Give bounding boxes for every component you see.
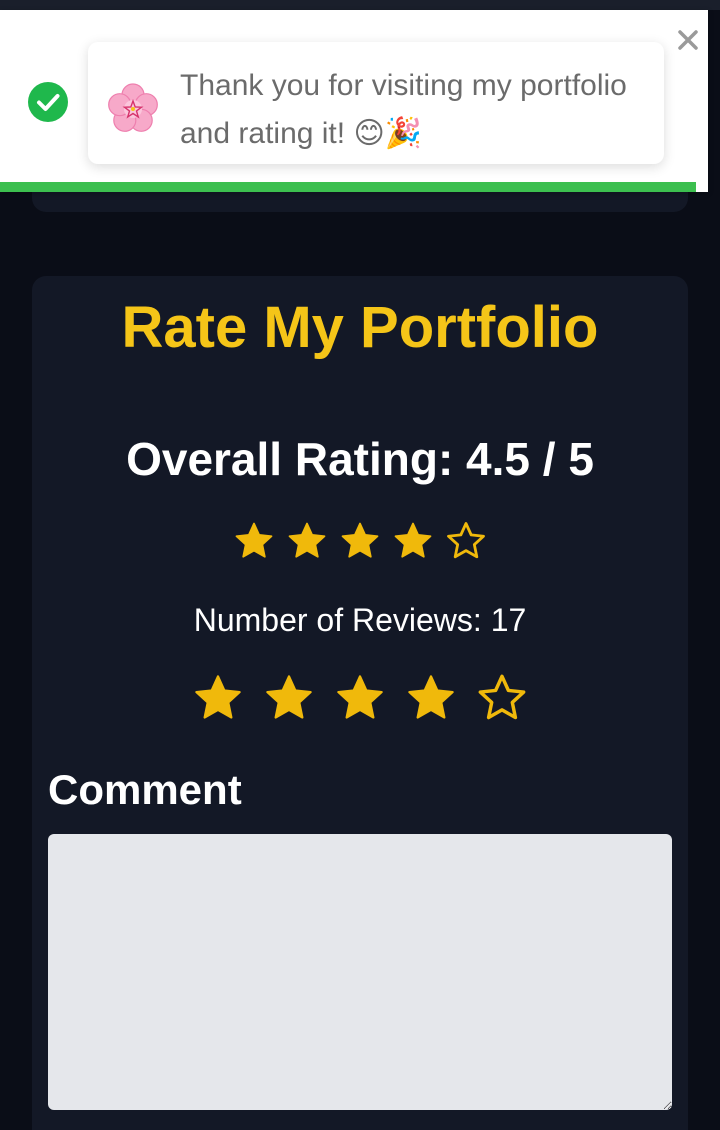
star-outline-icon (447, 522, 485, 559)
toast-progress-bar (0, 182, 696, 192)
check-circle-icon (28, 82, 68, 122)
star-filled-icon (341, 522, 379, 558)
star-filled-icon (235, 522, 273, 558)
star-outline-icon[interactable] (476, 672, 528, 724)
overall-stars (32, 520, 688, 562)
overall-rating: Overall Rating: 4.5 / 5 (126, 433, 594, 485)
review-count: Number of Reviews: 17 (193, 602, 527, 638)
star-filled-icon (394, 522, 432, 558)
star-filled-icon[interactable] (405, 672, 457, 724)
rating-card: Rate My Portfolio Overall Rating: 4.5 / … (32, 276, 688, 1130)
comment-label: Comment (48, 766, 242, 813)
star-filled-icon[interactable] (263, 672, 315, 724)
top-strip (0, 0, 720, 10)
cherry-blossom-icon (106, 82, 160, 136)
page: Thank you for visiting my portfolio and … (0, 0, 720, 1130)
star-filled-icon[interactable] (192, 672, 244, 724)
star-filled-icon (288, 522, 326, 558)
close-icon[interactable] (672, 24, 704, 56)
comment-textarea[interactable] (48, 834, 672, 1110)
toast-notification: Thank you for visiting my portfolio and … (0, 10, 708, 192)
rating-title: Rate My Portfolio (121, 295, 599, 360)
star-filled-icon[interactable] (334, 672, 386, 724)
toast-progress-track (0, 182, 708, 192)
toast-message-box: Thank you for visiting my portfolio and … (88, 42, 664, 164)
star-rating-input[interactable] (32, 672, 688, 724)
toast-message: Thank you for visiting my portfolio and … (180, 69, 627, 150)
